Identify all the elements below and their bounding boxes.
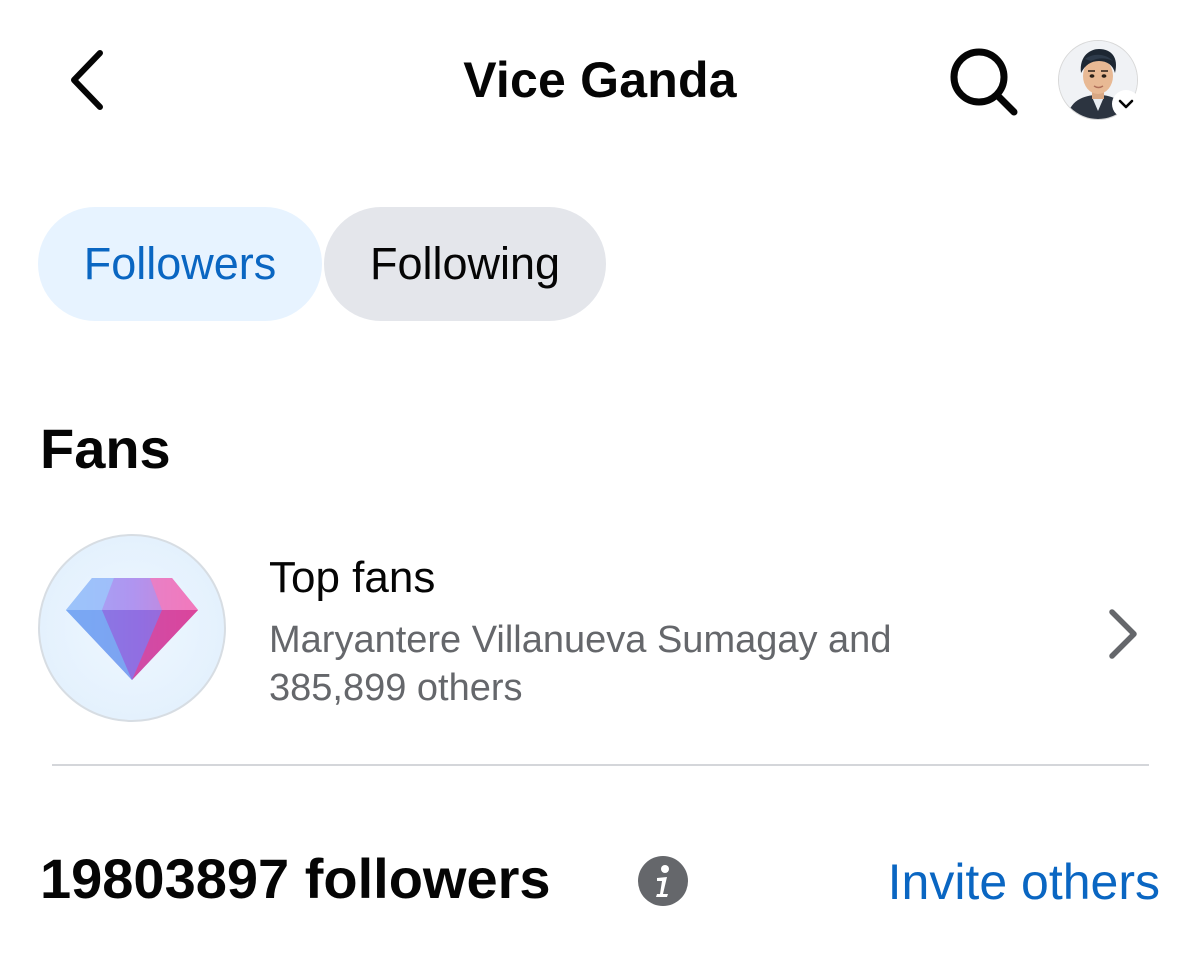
chevron-right-icon <box>1109 609 1137 659</box>
profile-menu-caret <box>1112 90 1140 118</box>
tab-followers-label: Followers <box>83 238 277 289</box>
top-fans-title: Top fans <box>269 553 436 602</box>
tab-following-label: Following <box>369 238 561 289</box>
tab-followers[interactable]: Followers <box>38 207 322 321</box>
profile-menu-button[interactable] <box>1058 40 1140 122</box>
chevron-down-icon <box>1118 99 1134 109</box>
search-button[interactable] <box>938 42 1030 122</box>
search-icon <box>950 48 1018 116</box>
top-fans-row[interactable]: Top fans Maryantere Villanueva Sumagay a… <box>38 534 1150 728</box>
divider <box>52 764 1149 766</box>
invite-others-link[interactable]: Invite others <box>888 852 1160 912</box>
followers-count: 19803897 followers <box>40 847 551 910</box>
tab-following[interactable]: Following <box>324 207 606 321</box>
info-button[interactable] <box>638 856 688 906</box>
diamond-icon <box>66 578 198 680</box>
top-fans-description: Maryantere Villanueva Sumagay and 385,89… <box>269 619 892 709</box>
top-fans-chevron <box>1098 604 1148 664</box>
top-fans-badge <box>38 534 226 722</box>
fans-heading: Fans <box>40 417 171 480</box>
info-icon <box>638 856 688 906</box>
